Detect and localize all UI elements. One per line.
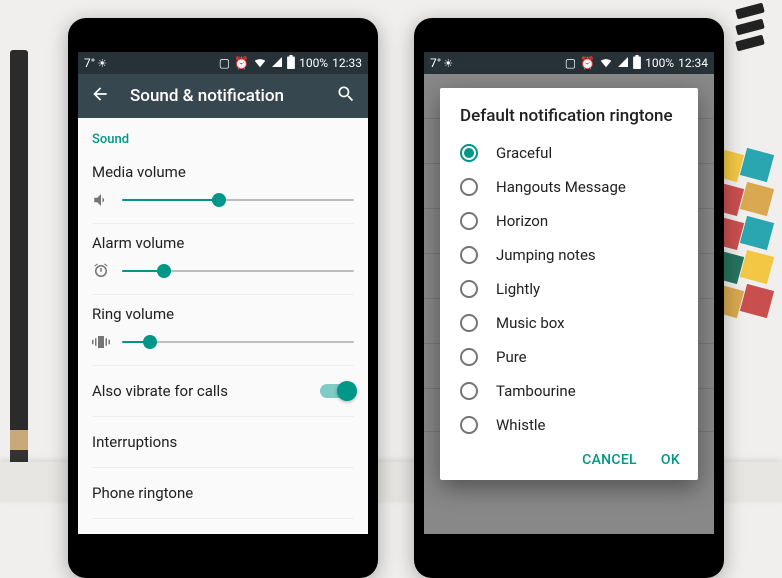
alarm-volume-setting: Alarm volume: [92, 224, 354, 295]
dialog-title: Default notification ringtone: [440, 106, 698, 136]
ringtone-label: Lightly: [496, 280, 540, 298]
media-volume-slider[interactable]: [122, 199, 354, 201]
ringtone-option[interactable]: Pure: [440, 340, 698, 374]
vibrate-switch[interactable]: [320, 384, 354, 398]
phone-left: 7° ☀ ▢ ⏰ 100% 12:33: [68, 18, 378, 578]
ringtone-dialog: Default notification ringtone Graceful Ha…: [440, 88, 698, 480]
back-icon[interactable]: [90, 84, 110, 108]
radio-icon: [460, 382, 478, 400]
signal-icon: [271, 56, 283, 71]
vibrate-for-calls-row[interactable]: Also vibrate for calls: [92, 366, 354, 417]
pencil-prop: [10, 50, 28, 470]
section-header-sound: Sound: [92, 118, 354, 153]
ringtone-option[interactable]: Jumping notes: [440, 238, 698, 272]
phone-ringtone-item[interactable]: Phone ringtone: [92, 468, 354, 519]
ringtone-label: Jumping notes: [496, 246, 596, 264]
ringtone-option[interactable]: Hangouts Message: [440, 170, 698, 204]
radio-icon: [460, 246, 478, 264]
clock: 12:33: [332, 56, 362, 70]
battery-icon: [287, 55, 295, 72]
ring-volume-slider[interactable]: [122, 341, 354, 343]
ringtone-option[interactable]: Horizon: [440, 204, 698, 238]
ringtone-option[interactable]: Graceful: [440, 136, 698, 170]
phone-right: 7° ☀ ▢ ⏰ 100% 12:34 R A I P D N W Show a…: [414, 18, 724, 578]
alarm-clock-icon: [92, 262, 110, 280]
page-title: Sound & notification: [130, 86, 316, 106]
ringtone-option[interactable]: Lightly: [440, 272, 698, 306]
ring-volume-setting: Ring volume: [92, 295, 354, 366]
alarm-icon: ⏰: [234, 56, 249, 70]
radio-icon: [460, 416, 478, 434]
weather-icon: ☀: [443, 57, 453, 70]
ringtone-label: Horizon: [496, 212, 548, 230]
alarm-volume-slider[interactable]: [122, 270, 354, 272]
volume-icon: [92, 191, 110, 209]
alarm-icon: ⏰: [580, 56, 595, 70]
weather-icon: ☀: [97, 57, 107, 70]
search-icon[interactable]: [336, 84, 356, 108]
battery-percent: 100%: [645, 56, 674, 70]
ringtone-label: Tambourine: [496, 382, 576, 400]
media-volume-label: Media volume: [92, 163, 354, 181]
app-bar: Sound & notification: [78, 74, 368, 118]
radio-icon: [460, 212, 478, 230]
ringtone-label: Hangouts Message: [496, 178, 626, 196]
ringtone-label: Pure: [496, 348, 527, 366]
signal-icon: [617, 56, 629, 71]
media-volume-setting: Media volume: [92, 153, 354, 224]
ringtone-option[interactable]: Music box: [440, 306, 698, 340]
battery-icon: [633, 55, 641, 72]
temperature: 7°: [430, 56, 441, 70]
vibrate-label: Also vibrate for calls: [92, 382, 228, 400]
interruptions-item[interactable]: Interruptions: [92, 417, 354, 468]
ringtone-option[interactable]: Whistle: [440, 408, 698, 442]
alarm-volume-label: Alarm volume: [92, 234, 354, 252]
default-notification-item[interactable]: Default notification ringtone Graceful: [92, 519, 354, 534]
radio-icon: [460, 280, 478, 298]
radio-icon: [460, 144, 478, 162]
ringtone-option[interactable]: Tambourine: [440, 374, 698, 408]
clock: 12:34: [678, 56, 708, 70]
radio-icon: [460, 314, 478, 332]
vibrate-icon: ▢: [565, 56, 576, 70]
radio-icon: [460, 348, 478, 366]
vibrate-icon: ▢: [219, 56, 230, 70]
ok-button[interactable]: OK: [661, 452, 680, 468]
ringtone-label: Music box: [496, 314, 565, 332]
battery-percent: 100%: [299, 56, 328, 70]
ring-volume-label: Ring volume: [92, 305, 354, 323]
radio-icon: [460, 178, 478, 196]
wifi-icon: [253, 55, 267, 72]
status-bar: 7° ☀ ▢ ⏰ 100% 12:34: [424, 52, 714, 74]
cancel-button[interactable]: CANCEL: [582, 452, 637, 468]
binder-clips-prop: [732, 0, 782, 80]
temperature: 7°: [84, 56, 95, 70]
ringtone-label: Whistle: [496, 416, 545, 434]
wifi-icon: [599, 55, 613, 72]
ringtone-label: Graceful: [496, 144, 552, 162]
status-bar: 7° ☀ ▢ ⏰ 100% 12:33: [78, 52, 368, 74]
vibrate-ring-icon: [92, 333, 110, 351]
